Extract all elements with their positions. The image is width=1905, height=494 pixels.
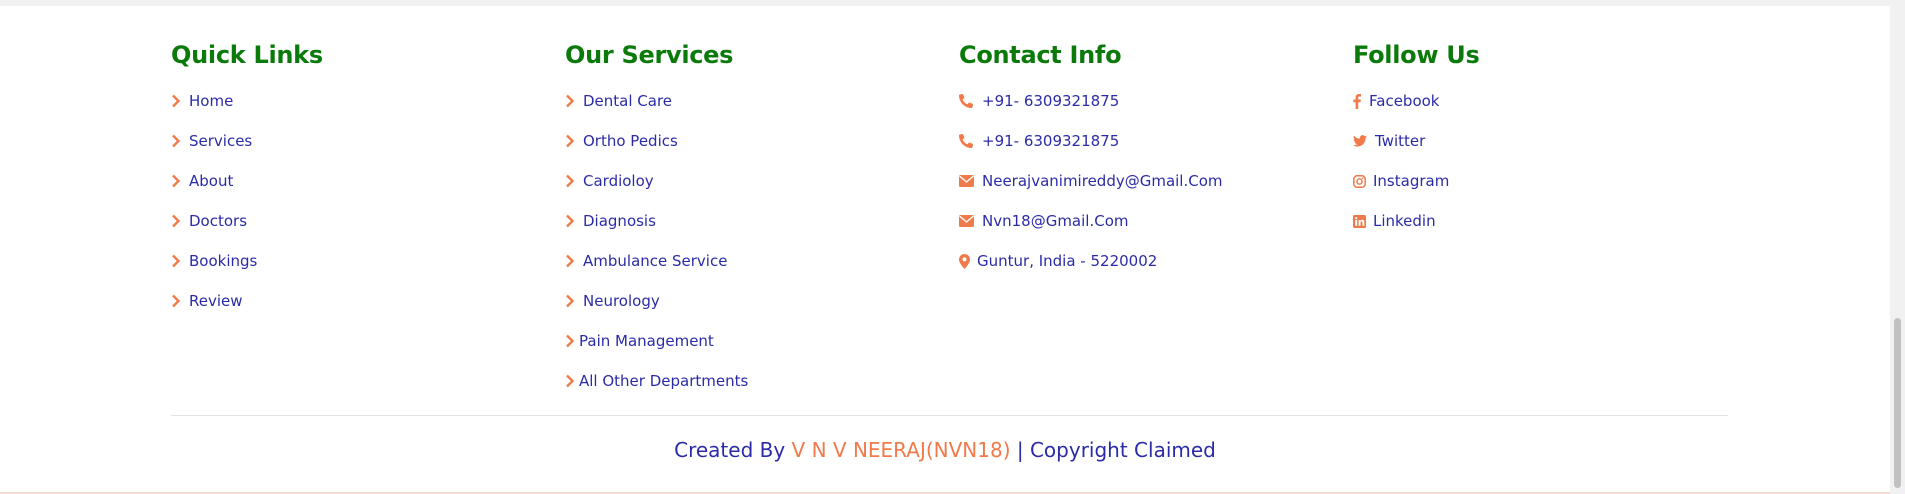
chevron-right-icon (565, 294, 583, 308)
chevron-right-icon (171, 294, 189, 308)
social-link-label: Instagram (1373, 172, 1450, 190)
quick-link-services[interactable]: Services (171, 121, 323, 161)
chevron-right-icon (171, 174, 189, 188)
service-link-label: Dental Care (583, 92, 673, 110)
service-link-dental-care[interactable]: Dental Care (565, 81, 748, 121)
quick-links-section: Quick Links Home Services About Doctors … (171, 36, 323, 321)
quick-link-about[interactable]: About (171, 161, 323, 201)
envelope-icon (959, 215, 982, 227)
quick-links-heading: Quick Links (171, 41, 323, 69)
contact-address[interactable]: Guntur, India - 5220002 (959, 241, 1223, 281)
envelope-icon (959, 175, 982, 187)
chevron-right-icon (171, 214, 189, 228)
contact-heading: Contact Info (959, 41, 1122, 69)
service-link-pain-management[interactable]: Pain Management (565, 321, 748, 361)
quick-link-review[interactable]: Review (171, 281, 323, 321)
service-link-label: All Other Departments (579, 372, 749, 390)
contact-label: Neerajvanimireddy@Gmail.Com (982, 172, 1223, 190)
contact-label: Guntur, India - 5220002 (977, 252, 1158, 270)
contact-email-1[interactable]: Neerajvanimireddy@Gmail.Com (959, 161, 1223, 201)
quick-link-label: Bookings (189, 252, 258, 270)
social-link-twitter[interactable]: Twitter (1353, 121, 1479, 161)
facebook-icon (1353, 93, 1369, 109)
service-link-label: Pain Management (579, 332, 714, 350)
quick-link-label: Services (189, 132, 253, 150)
quick-link-bookings[interactable]: Bookings (171, 241, 323, 281)
contact-list: +91- 6309321875 +91- 6309321875 Neerajva… (959, 81, 1223, 281)
chevron-right-icon (565, 174, 583, 188)
chevron-right-icon (565, 334, 579, 348)
chevron-right-icon (565, 374, 579, 388)
linkedin-icon (1353, 214, 1373, 228)
chevron-right-icon (565, 214, 583, 228)
social-link-label: Twitter (1375, 132, 1426, 150)
phone-icon (959, 134, 982, 148)
quick-link-doctors[interactable]: Doctors (171, 201, 323, 241)
contact-phone-1[interactable]: +91- 6309321875 (959, 81, 1223, 121)
follow-list: Facebook Twitter Instagram Linkedin (1353, 81, 1479, 241)
credit-suffix: | Copyright Claimed (1016, 438, 1216, 462)
chevron-right-icon (565, 94, 583, 108)
services-heading: Our Services (565, 41, 734, 69)
social-link-instagram[interactable]: Instagram (1353, 161, 1479, 201)
services-section: Our Services Dental Care Ortho Pedics Ca… (565, 36, 748, 401)
chevron-right-icon (565, 254, 583, 268)
social-link-label: Facebook (1369, 92, 1440, 110)
contact-label: +91- 6309321875 (982, 92, 1120, 110)
chevron-right-icon (171, 134, 189, 148)
scrollbar-thumb[interactable] (1894, 318, 1901, 488)
follow-heading: Follow Us (1353, 41, 1480, 69)
service-link-label: Ortho Pedics (583, 132, 678, 150)
service-link-diagnosis[interactable]: Diagnosis (565, 201, 748, 241)
quick-link-label: Review (189, 292, 243, 310)
quick-link-label: Home (189, 92, 234, 110)
contact-section: Contact Info +91- 6309321875 +91- 630932… (959, 36, 1223, 281)
contact-email-2[interactable]: Nvn18@Gmail.Com (959, 201, 1223, 241)
contact-phone-2[interactable]: +91- 6309321875 (959, 121, 1223, 161)
quick-link-home[interactable]: Home (171, 81, 323, 121)
social-link-facebook[interactable]: Facebook (1353, 81, 1479, 121)
service-link-all-other-departments[interactable]: All Other Departments (565, 361, 748, 401)
service-link-cardioloy[interactable]: Cardioloy (565, 161, 748, 201)
site-footer: Quick Links Home Services About Doctors … (0, 6, 1890, 492)
instagram-icon (1353, 174, 1373, 188)
chevron-right-icon (171, 94, 189, 108)
service-link-ambulance-service[interactable]: Ambulance Service (565, 241, 748, 281)
chevron-right-icon (171, 254, 189, 268)
service-link-label: Cardioloy (583, 172, 654, 190)
service-link-ortho-pedics[interactable]: Ortho Pedics (565, 121, 748, 161)
chevron-right-icon (565, 134, 583, 148)
social-link-label: Linkedin (1373, 212, 1436, 230)
quick-link-label: About (189, 172, 234, 190)
service-link-label: Ambulance Service (583, 252, 728, 270)
social-link-linkedin[interactable]: Linkedin (1353, 201, 1479, 241)
service-link-neurology[interactable]: Neurology (565, 281, 748, 321)
footer-divider (171, 415, 1728, 416)
service-link-label: Diagnosis (583, 212, 656, 230)
vertical-scrollbar[interactable] (1890, 0, 1905, 494)
footer-credit: Created By V N V NEERAJ(NVN18) | Copyrig… (0, 436, 1890, 464)
phone-icon (959, 94, 982, 108)
quick-link-label: Doctors (189, 212, 248, 230)
contact-label: Nvn18@Gmail.Com (982, 212, 1129, 230)
services-list: Dental Care Ortho Pedics Cardioloy Diagn… (565, 81, 748, 401)
follow-section: Follow Us Facebook Twitter Instagram Lin… (1353, 36, 1480, 241)
quick-links-list: Home Services About Doctors Bookings Rev… (171, 81, 323, 321)
twitter-icon (1353, 135, 1375, 147)
credit-prefix: Created By (674, 438, 786, 462)
credit-author-link[interactable]: V N V NEERAJ(NVN18) (792, 438, 1011, 462)
map-marker-icon (959, 253, 977, 269)
service-link-label: Neurology (583, 292, 660, 310)
contact-label: +91- 6309321875 (982, 132, 1120, 150)
